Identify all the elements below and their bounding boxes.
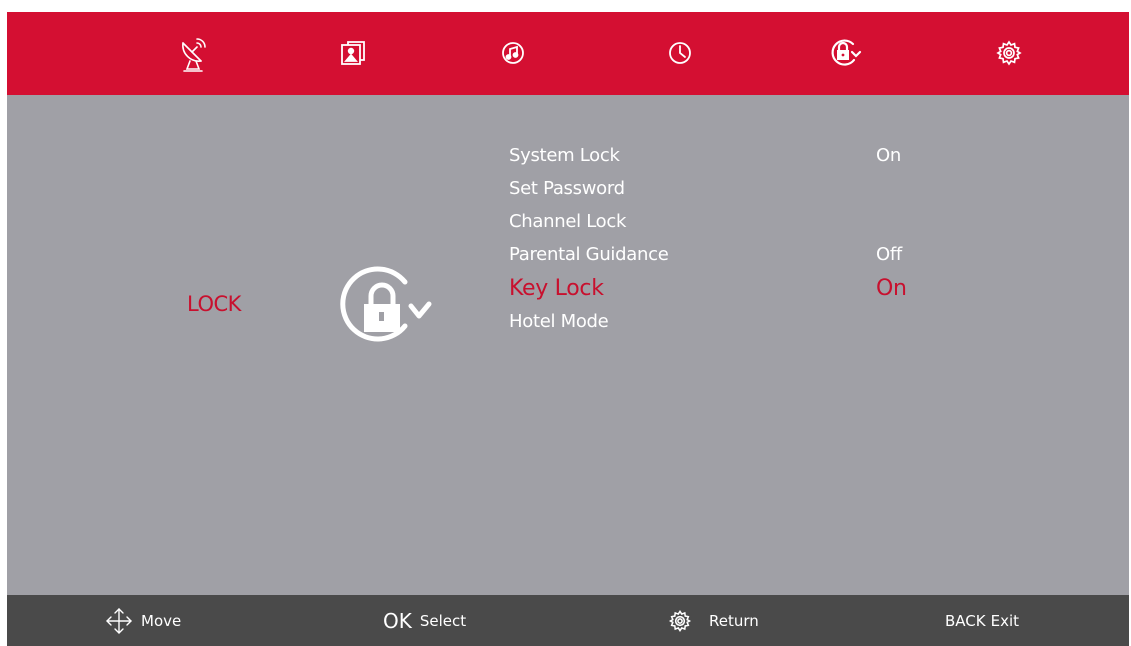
tab-lock[interactable] [823, 30, 869, 76]
back-key: BACK [945, 611, 986, 630]
tab-setup[interactable] [986, 30, 1032, 76]
menu-item-label: Set Password [509, 177, 625, 199]
menu-item-parental-guidance[interactable]: Parental Guidance Off [509, 239, 929, 269]
menu-item-system-lock[interactable]: System Lock On [509, 140, 929, 170]
tab-sound[interactable] [490, 30, 536, 76]
menu-item-value: On [876, 275, 907, 301]
sound-icon [502, 42, 524, 64]
menu-item-hotel-mode[interactable]: Hotel Mode [509, 306, 929, 336]
hint-bar: Move OK Select Return BACK Exit [7, 595, 1129, 646]
menu-item-label: System Lock [509, 144, 620, 166]
menu-item-label: Channel Lock [509, 210, 627, 232]
menu-item-label: Key Lock [509, 275, 604, 301]
menu-item-value: On [876, 144, 901, 166]
satellite-icon [182, 38, 206, 72]
menu-item-label: Parental Guidance [509, 243, 669, 265]
gear-icon [996, 40, 1022, 66]
section-title: LOCK [187, 292, 241, 316]
hint-return: Return [667, 595, 759, 646]
menu-item-value: Off [876, 243, 902, 265]
tv-menu-screen: LOCK System Lock On Set Password Channel… [7, 12, 1129, 646]
hint-select: OK Select [383, 595, 466, 646]
menu-item-channel-lock[interactable]: Channel Lock [509, 206, 929, 236]
arrows-icon [106, 607, 132, 634]
picture-icon [341, 41, 365, 65]
clock-icon [669, 42, 691, 64]
settings-panel: LOCK System Lock On Set Password Channel… [7, 95, 1129, 595]
tab-channel[interactable] [170, 30, 216, 76]
hint-exit-label: Exit [990, 611, 1020, 630]
hint-exit: BACK Exit [945, 595, 1019, 646]
hint-select-label: Select [419, 611, 467, 630]
menu-item-label: Hotel Mode [509, 310, 609, 332]
menu-item-key-lock[interactable]: Key Lock On [509, 273, 929, 303]
tab-time[interactable] [657, 30, 703, 76]
hint-move: Move [105, 595, 181, 646]
menu-item-set-password[interactable]: Set Password [509, 173, 929, 203]
tab-picture[interactable] [330, 30, 376, 76]
menu-tab-bar [7, 12, 1129, 95]
lock-icon [831, 39, 862, 66]
ok-key: OK [383, 608, 412, 633]
hint-move-label: Move [141, 611, 182, 630]
hint-return-label: Return [709, 611, 759, 630]
gear-icon [668, 609, 692, 632]
lock-rotate-icon [333, 260, 433, 354]
